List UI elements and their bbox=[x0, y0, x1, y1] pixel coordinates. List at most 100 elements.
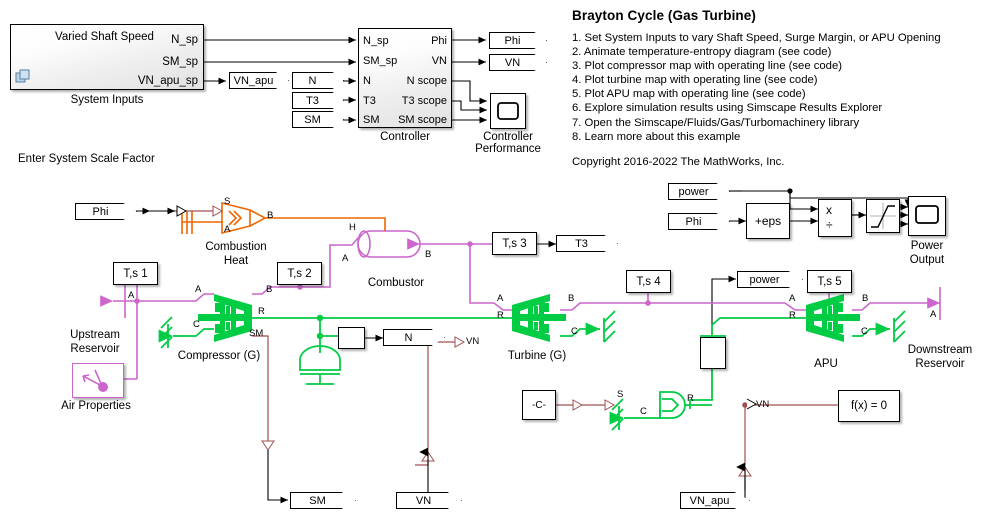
air-properties-icon bbox=[82, 369, 108, 392]
copyright-notice: Copyright 2016-2022 The MathWorks, Inc. bbox=[572, 155, 785, 168]
port-label-n-scope: N scope bbox=[406, 75, 447, 87]
scope-icon bbox=[915, 205, 939, 224]
example-step[interactable]: 6. Explore simulation results using Sims… bbox=[572, 101, 984, 115]
port-label-apu-a: A bbox=[789, 293, 796, 304]
port-label-turbine-a: A bbox=[497, 293, 504, 304]
port-label-compressor-b: B bbox=[266, 284, 273, 295]
port-label-compressor-c: C bbox=[193, 319, 200, 330]
port-label-sm-in: SM bbox=[363, 114, 380, 126]
subsystem-badge-icon bbox=[15, 69, 30, 83]
port-label-valve-c: C bbox=[640, 406, 647, 417]
apu-caption: APU bbox=[814, 358, 838, 370]
downstream-reservoir-caption: Downstream Reservoir bbox=[907, 344, 973, 370]
port-label-sm-sp-in: SM_sp bbox=[363, 55, 398, 67]
port-label-n-sp: N_sp bbox=[171, 34, 198, 46]
from-tag-label: SM bbox=[304, 113, 321, 126]
port-label-combustor-a: A bbox=[342, 253, 349, 264]
speed-sensor-block[interactable] bbox=[338, 327, 365, 349]
air-properties-block[interactable] bbox=[72, 363, 124, 398]
port-label-sm-scope: SM scope bbox=[398, 114, 447, 126]
compressor-caption: Compressor (G) bbox=[177, 350, 261, 362]
constant-label: -C- bbox=[532, 399, 546, 411]
product-divide-block[interactable]: x ÷ bbox=[818, 199, 852, 237]
turbine-caption: Turbine (G) bbox=[507, 350, 567, 362]
constant-block[interactable]: -C- bbox=[522, 390, 556, 420]
goto-tag-label: N bbox=[404, 331, 413, 344]
port-label-phi-out: Phi bbox=[431, 35, 447, 47]
port-label-downstream-a: A bbox=[930, 309, 937, 320]
example-step[interactable]: 8. Learn more about this example bbox=[572, 130, 984, 144]
port-label-combustion-s: S bbox=[224, 196, 231, 207]
from-tag-label: T3 bbox=[306, 94, 319, 107]
product-multiply-symbol: x bbox=[826, 203, 832, 217]
ts1-sensor-block[interactable]: T,s 1 bbox=[113, 262, 158, 285]
example-step[interactable]: 7. Open the Simscape/Fluids/Gas/Turbomac… bbox=[572, 116, 984, 130]
example-step[interactable]: 4. Plot turbine map with operating line … bbox=[572, 73, 984, 87]
goto-tag-label: VN_apu bbox=[689, 494, 730, 507]
port-label-t3-scope: T3 scope bbox=[401, 95, 447, 107]
port-label-reservoir-a: A bbox=[128, 290, 135, 301]
port-label-combustion-b: B bbox=[267, 210, 274, 221]
scale-factor-note[interactable]: Enter System Scale Factor bbox=[18, 153, 155, 166]
ts4-label: T,s 4 bbox=[636, 275, 661, 288]
example-step[interactable]: 5. Plot APU map with operating line (see… bbox=[572, 87, 984, 101]
air-properties-caption: Air Properties bbox=[61, 400, 131, 412]
port-label-vn-out: VN bbox=[431, 55, 447, 67]
port-label-apu-r: R bbox=[789, 310, 796, 321]
port-label-compressor-r: R bbox=[258, 306, 265, 317]
port-label-t3-in: T3 bbox=[363, 95, 376, 107]
goto-tag-label: VN bbox=[415, 494, 432, 507]
port-label-apu-vn: VN bbox=[756, 399, 770, 410]
apu-power-sensor-block[interactable] bbox=[700, 337, 726, 369]
ts5-label: T,s 5 bbox=[817, 275, 842, 288]
controller-performance-scope[interactable] bbox=[490, 93, 526, 129]
controller-performance-caption: Controller Performance bbox=[475, 131, 541, 155]
port-label-apu-b: B bbox=[862, 293, 869, 304]
goto-tag-label: T3 bbox=[575, 237, 588, 250]
port-label-turbine-b: B bbox=[568, 293, 575, 304]
goto-tag-label: SM bbox=[309, 494, 326, 507]
ts4-sensor-block[interactable]: T,s 4 bbox=[626, 270, 671, 293]
port-label-valve-s: S bbox=[617, 389, 624, 400]
port-label-n-in: N bbox=[363, 75, 371, 87]
page-title: Brayton Cycle (Gas Turbine) bbox=[572, 8, 756, 23]
ts1-label: T,s 1 bbox=[123, 267, 148, 280]
combustor-caption: Combustor bbox=[367, 277, 425, 289]
ts2-sensor-block[interactable]: T,s 2 bbox=[277, 262, 322, 285]
ts5-sensor-block[interactable]: T,s 5 bbox=[807, 270, 852, 293]
from-tag-label: N bbox=[308, 74, 317, 87]
system-inputs-title: Varied Shaft Speed bbox=[55, 31, 154, 43]
system-inputs-block[interactable]: Varied Shaft Speed N_sp SM_sp VN_apu_sp bbox=[10, 24, 204, 90]
port-label-vn-apu-sp: VN_apu_sp bbox=[137, 75, 198, 87]
add-eps-label: +eps bbox=[754, 214, 782, 228]
ts2-label: T,s 2 bbox=[287, 267, 312, 280]
port-label-n-sp-in: N_sp bbox=[363, 35, 389, 47]
upstream-reservoir-caption: Upstream Reservoir bbox=[70, 329, 120, 355]
example-step[interactable]: 3. Plot compressor map with operating li… bbox=[572, 59, 984, 73]
port-label-compressor-a: A bbox=[195, 284, 202, 295]
example-step[interactable]: 2. Animate temperature-entropy diagram (… bbox=[572, 45, 984, 59]
port-label-compressor-sm: SM bbox=[249, 328, 264, 339]
example-step-list: 1. Set System Inputs to vary Shaft Speed… bbox=[572, 31, 984, 144]
from-tag-label: Phi bbox=[92, 205, 109, 218]
port-label-apu-c: C bbox=[861, 326, 868, 337]
saturation-block[interactable] bbox=[866, 199, 900, 233]
goto-tag-label: VN bbox=[504, 56, 521, 69]
example-description-panel: Brayton Cycle (Gas Turbine) 1. Set Syste… bbox=[572, 8, 984, 168]
solver-label: f(x) = 0 bbox=[850, 400, 888, 412]
example-step[interactable]: 1. Set System Inputs to vary Shaft Speed… bbox=[572, 31, 984, 45]
controller-block[interactable]: N_sp SM_sp N T3 SM Phi VN N scope T3 sco… bbox=[358, 28, 452, 128]
system-inputs-caption: System Inputs bbox=[70, 94, 144, 106]
from-tag-label: power bbox=[678, 185, 709, 198]
solver-configuration-block[interactable]: f(x) = 0 bbox=[838, 390, 900, 422]
add-eps-block[interactable]: +eps bbox=[746, 203, 790, 239]
power-output-scope[interactable] bbox=[908, 196, 946, 236]
goto-tag-label: power bbox=[749, 273, 780, 286]
ts3-sensor-block[interactable]: T,s 3 bbox=[492, 232, 537, 255]
saturation-icon bbox=[870, 203, 896, 229]
port-label-combustor-h: H bbox=[349, 222, 356, 233]
combustion-heat-caption: Combustion Heat bbox=[205, 241, 267, 267]
from-tag-label: Phi bbox=[685, 215, 702, 228]
power-output-caption: Power Output bbox=[909, 240, 945, 266]
scope-icon bbox=[497, 102, 519, 120]
